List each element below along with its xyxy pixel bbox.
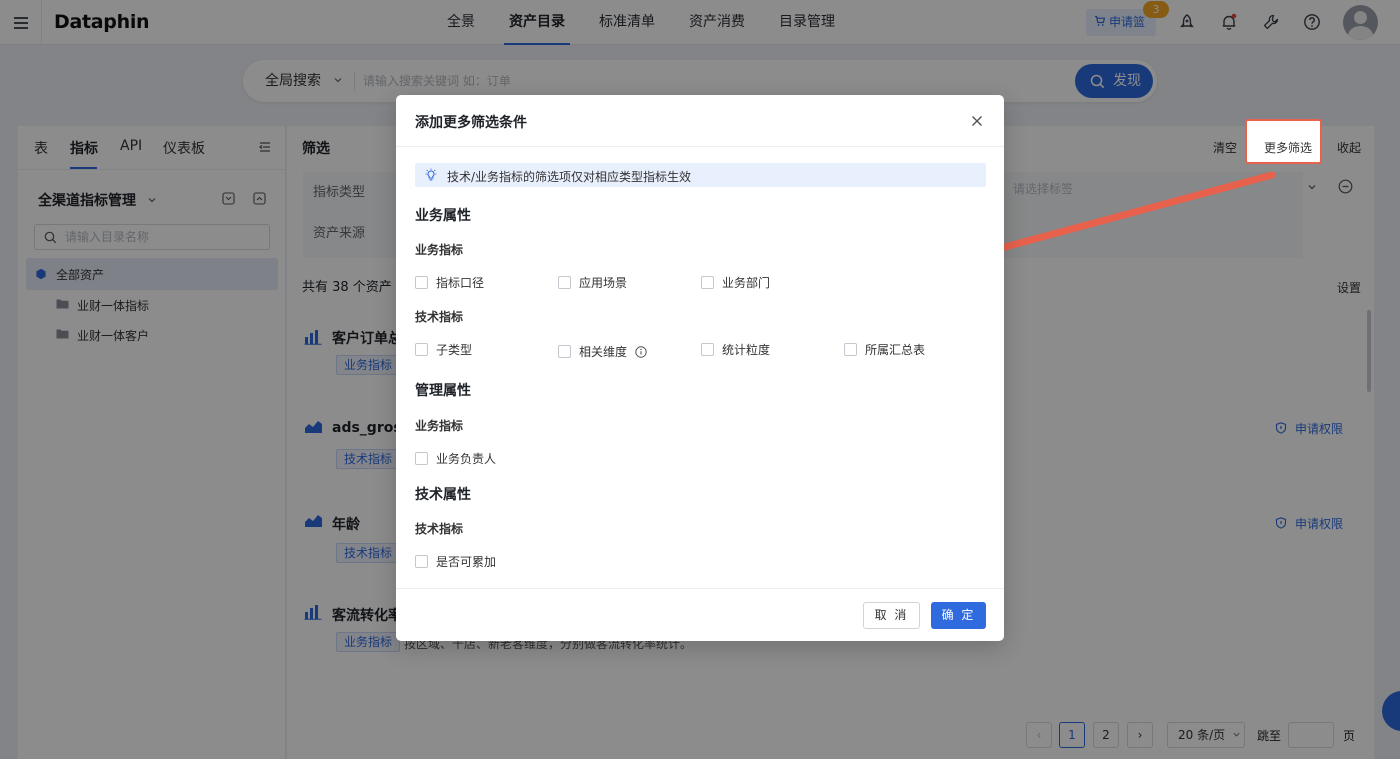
group-title: 技术指标	[415, 522, 464, 536]
checkbox-label: 所属汇总表	[865, 343, 926, 357]
group-title: 业务指标	[415, 243, 464, 257]
dialog-header: 添加更多筛选条件	[396, 95, 1004, 147]
group-title: 业务指标	[415, 419, 464, 433]
more-filter-button: 更多筛选	[1264, 141, 1313, 155]
tip-banner: 技术/业务指标的筛选项仅对相应类型指标生效	[415, 163, 986, 187]
close-icon[interactable]	[968, 112, 986, 130]
tip-text: 技术/业务指标的筛选项仅对相应类型指标生效	[447, 170, 692, 184]
checkbox-subtype[interactable]: 子类型	[415, 341, 472, 358]
checkbox-metric-definition[interactable]: 指标口径	[415, 274, 484, 291]
checkbox-additive[interactable]: 是否可累加	[415, 553, 496, 570]
checkbox-application-scenario[interactable]: 应用场景	[558, 274, 627, 291]
checkbox-label: 业务部门	[722, 276, 771, 290]
checkbox-box[interactable]	[701, 276, 714, 289]
group-title: 技术指标	[415, 310, 464, 324]
section-title-business: 业务属性	[415, 208, 471, 224]
more-filter-button-highlight[interactable]: 更多筛选	[1245, 119, 1322, 164]
more-filter-dialog: 添加更多筛选条件 技术/业务指标的筛选项仅对相应类型指标生效 业务属性 业务指标…	[396, 95, 1004, 641]
checkbox-box[interactable]	[701, 343, 714, 356]
checkbox-label: 业务负责人	[436, 452, 497, 466]
dialog-title: 添加更多筛选条件	[415, 115, 527, 131]
section-title-technical: 技术属性	[415, 487, 471, 503]
checkbox-box[interactable]	[415, 276, 428, 289]
checkbox-label: 统计粒度	[722, 343, 771, 357]
checkbox-label: 应用场景	[579, 276, 628, 290]
cancel-button[interactable]: 取 消	[863, 602, 920, 629]
checkbox-business-owner[interactable]: 业务负责人	[415, 450, 496, 467]
checkbox-box[interactable]	[558, 345, 571, 358]
checkbox-stat-granularity[interactable]: 统计粒度	[701, 341, 770, 358]
section-title-management: 管理属性	[415, 383, 471, 399]
dialog-footer: 取 消 确 定	[396, 588, 1004, 641]
checkbox-box[interactable]	[415, 343, 428, 356]
confirm-button[interactable]: 确 定	[931, 602, 986, 629]
info-icon[interactable]	[635, 345, 647, 358]
checkbox-label: 子类型	[436, 343, 473, 357]
lightbulb-icon	[425, 168, 437, 181]
checkbox-business-department[interactable]: 业务部门	[701, 274, 770, 291]
checkbox-label: 指标口径	[436, 276, 485, 290]
checkbox-box[interactable]	[558, 276, 571, 289]
checkbox-label: 是否可累加	[436, 555, 497, 569]
checkbox-box[interactable]	[844, 343, 857, 356]
checkbox-label: 相关维度	[579, 345, 628, 359]
checkbox-related-dimension[interactable]: 相关维度	[558, 343, 647, 360]
checkbox-summary-table[interactable]: 所属汇总表	[844, 341, 925, 358]
checkbox-box[interactable]	[415, 555, 428, 568]
checkbox-box[interactable]	[415, 452, 428, 465]
